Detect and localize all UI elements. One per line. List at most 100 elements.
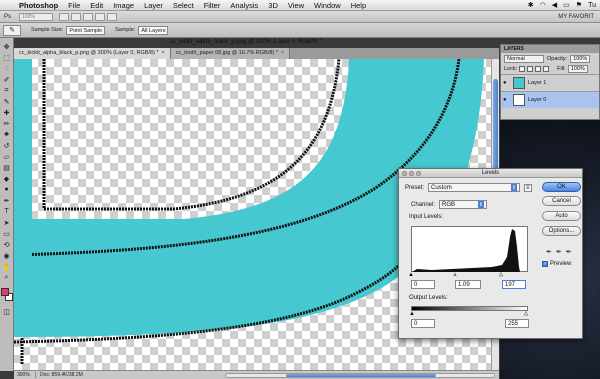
gray-eyedropper-icon[interactable]: ✒: [556, 248, 562, 256]
visibility-eye-icon[interactable]: ●: [503, 80, 510, 86]
marquee-tool-icon[interactable]: ⬚: [1, 53, 12, 62]
pen-tool-icon[interactable]: ✒: [1, 196, 12, 205]
input-black-field[interactable]: 0: [411, 280, 435, 289]
lock-pixels-icon[interactable]: [527, 66, 534, 72]
lock-position-icon[interactable]: [535, 66, 542, 72]
ok-button[interactable]: OK: [542, 182, 581, 192]
blur-tool-icon[interactable]: ◆: [1, 174, 12, 183]
layer-row-layer-1[interactable]: ● Layer 1: [501, 74, 599, 91]
clock-text[interactable]: Tu: [588, 2, 596, 9]
move-tool-icon[interactable]: ✥: [1, 42, 12, 51]
white-point-slider[interactable]: ▲: [498, 272, 504, 278]
eyedropper-tool-icon[interactable]: ✎: [1, 97, 12, 106]
arrange-documents-button[interactable]: [95, 12, 106, 21]
menu-image[interactable]: Image: [108, 1, 139, 10]
menu-edit[interactable]: Edit: [85, 1, 108, 10]
menu-3d[interactable]: 3D: [263, 1, 283, 10]
horizontal-scrollbar[interactable]: [225, 372, 495, 378]
eraser-tool-icon[interactable]: ▱: [1, 152, 12, 161]
zoom-dot-icon[interactable]: [416, 171, 421, 176]
quick-mask-icon[interactable]: ◫: [1, 307, 12, 316]
brush-tool-icon[interactable]: ✏: [1, 119, 12, 128]
3d-rotate-tool-icon[interactable]: ⟲: [1, 240, 12, 249]
black-point-slider[interactable]: ▲: [408, 272, 414, 278]
bridge-icon[interactable]: Ps: [4, 14, 11, 20]
menu-analysis[interactable]: Analysis: [225, 1, 263, 10]
wifi-icon[interactable]: ◠: [540, 1, 546, 9]
screen-mode-button[interactable]: [107, 12, 118, 21]
tab-close-icon[interactable]: ×: [281, 50, 284, 56]
preview-option[interactable]: ✓ Preview: [542, 261, 571, 267]
white-eyedropper-icon[interactable]: ✒: [566, 248, 572, 256]
output-black-slider[interactable]: ▲: [409, 311, 415, 317]
tab-close-icon[interactable]: ×: [162, 50, 165, 56]
preset-options-icon[interactable]: ≡: [524, 183, 532, 192]
menu-select[interactable]: Select: [168, 1, 199, 10]
gradient-tool-icon[interactable]: ▤: [1, 163, 12, 172]
eyedropper-group: ✒ ✒ ✒: [546, 248, 572, 256]
flag-icon[interactable]: ⚑: [576, 1, 582, 9]
hand-tool-icon[interactable]: ✋: [1, 262, 12, 271]
black-eyedropper-icon[interactable]: ✒: [546, 248, 552, 256]
tab-tooth-paper[interactable]: cc_tooth_paper 08.jpg @ 16.7% RGB/8) * ×: [170, 48, 291, 59]
visibility-eye-icon[interactable]: ●: [503, 97, 510, 103]
input-white-field[interactable]: 197: [502, 280, 526, 289]
preset-select[interactable]: Custom ⇕: [428, 183, 521, 192]
path-select-tool-icon[interactable]: ➤: [1, 218, 12, 227]
menu-window[interactable]: Window: [309, 1, 346, 10]
bluetooth-icon[interactable]: ✱: [528, 1, 534, 9]
menu-layer[interactable]: Layer: [139, 1, 168, 10]
opacity-field[interactable]: 100%: [570, 54, 591, 63]
minimize-dot-icon[interactable]: [409, 171, 414, 176]
workspace-switcher[interactable]: MY FAVORIT: [558, 14, 594, 20]
output-white-field[interactable]: 255: [505, 319, 529, 328]
quick-select-tool-icon[interactable]: ✐: [1, 75, 12, 84]
menu-app[interactable]: Photoshop: [14, 1, 63, 10]
zoom-field[interactable]: 100%: [19, 12, 54, 21]
status-zoom[interactable]: 300%: [14, 372, 36, 378]
menu-file[interactable]: File: [63, 1, 85, 10]
zoom-tool-icon[interactable]: ⌕: [1, 273, 12, 282]
color-swatches[interactable]: [0, 288, 13, 302]
lasso-tool-icon[interactable]: ◌: [1, 64, 12, 73]
foreground-color-swatch[interactable]: [0, 288, 9, 296]
type-tool-icon[interactable]: T: [1, 207, 12, 216]
preview-checkbox[interactable]: ✓: [542, 261, 548, 267]
tab-kickit-alpha[interactable]: cc_kickit_alpha_black_p.png @ 300% (Laye…: [14, 48, 171, 59]
blend-mode-select[interactable]: Normal: [504, 54, 544, 63]
shape-tool-icon[interactable]: ▭: [1, 229, 12, 238]
sample-select[interactable]: All Layers: [138, 25, 169, 35]
layer-row-layer-0[interactable]: ● Layer 0: [501, 91, 599, 108]
preset-label: Preset:: [405, 184, 425, 191]
menu-filter[interactable]: Filter: [199, 1, 226, 10]
clone-stamp-tool-icon[interactable]: ♣: [1, 130, 12, 139]
history-brush-tool-icon[interactable]: ↺: [1, 141, 12, 150]
sample-size-select[interactable]: Point Sample: [66, 25, 106, 35]
eyedropper-tool-preset[interactable]: ✎: [3, 24, 21, 36]
output-black-field[interactable]: 0: [411, 319, 435, 328]
lock-all-icon[interactable]: [543, 66, 550, 72]
cancel-button[interactable]: Cancel: [542, 196, 581, 206]
battery-icon[interactable]: ▭: [563, 1, 570, 9]
auto-button[interactable]: Auto: [542, 211, 581, 221]
dodge-tool-icon[interactable]: ●: [1, 185, 12, 194]
close-dot-icon[interactable]: [402, 171, 407, 176]
horizontal-scroll-thumb[interactable]: [286, 373, 436, 377]
volume-icon[interactable]: ◀: [552, 1, 557, 9]
menu-view[interactable]: View: [283, 1, 309, 10]
crop-tool-icon[interactable]: ⌗: [1, 86, 12, 95]
input-slider[interactable]: ▲ ▲ ▲: [408, 272, 528, 278]
rotate-view-button[interactable]: [83, 12, 94, 21]
input-gamma-field[interactable]: 1.09: [455, 280, 481, 289]
3d-camera-tool-icon[interactable]: ◉: [1, 251, 12, 260]
fill-field[interactable]: 100%: [567, 65, 588, 73]
channel-select[interactable]: RGB ⇕: [439, 200, 488, 209]
output-white-slider[interactable]: ▲: [523, 311, 529, 317]
hand-tool-button[interactable]: [59, 12, 70, 21]
healing-tool-icon[interactable]: ✚: [1, 108, 12, 117]
gamma-slider[interactable]: ▲: [452, 272, 458, 278]
lock-transparent-icon[interactable]: [519, 66, 526, 72]
menu-help[interactable]: Help: [346, 1, 371, 10]
zoom-tool-button[interactable]: [71, 12, 82, 21]
options-button[interactable]: Options...: [542, 226, 581, 236]
